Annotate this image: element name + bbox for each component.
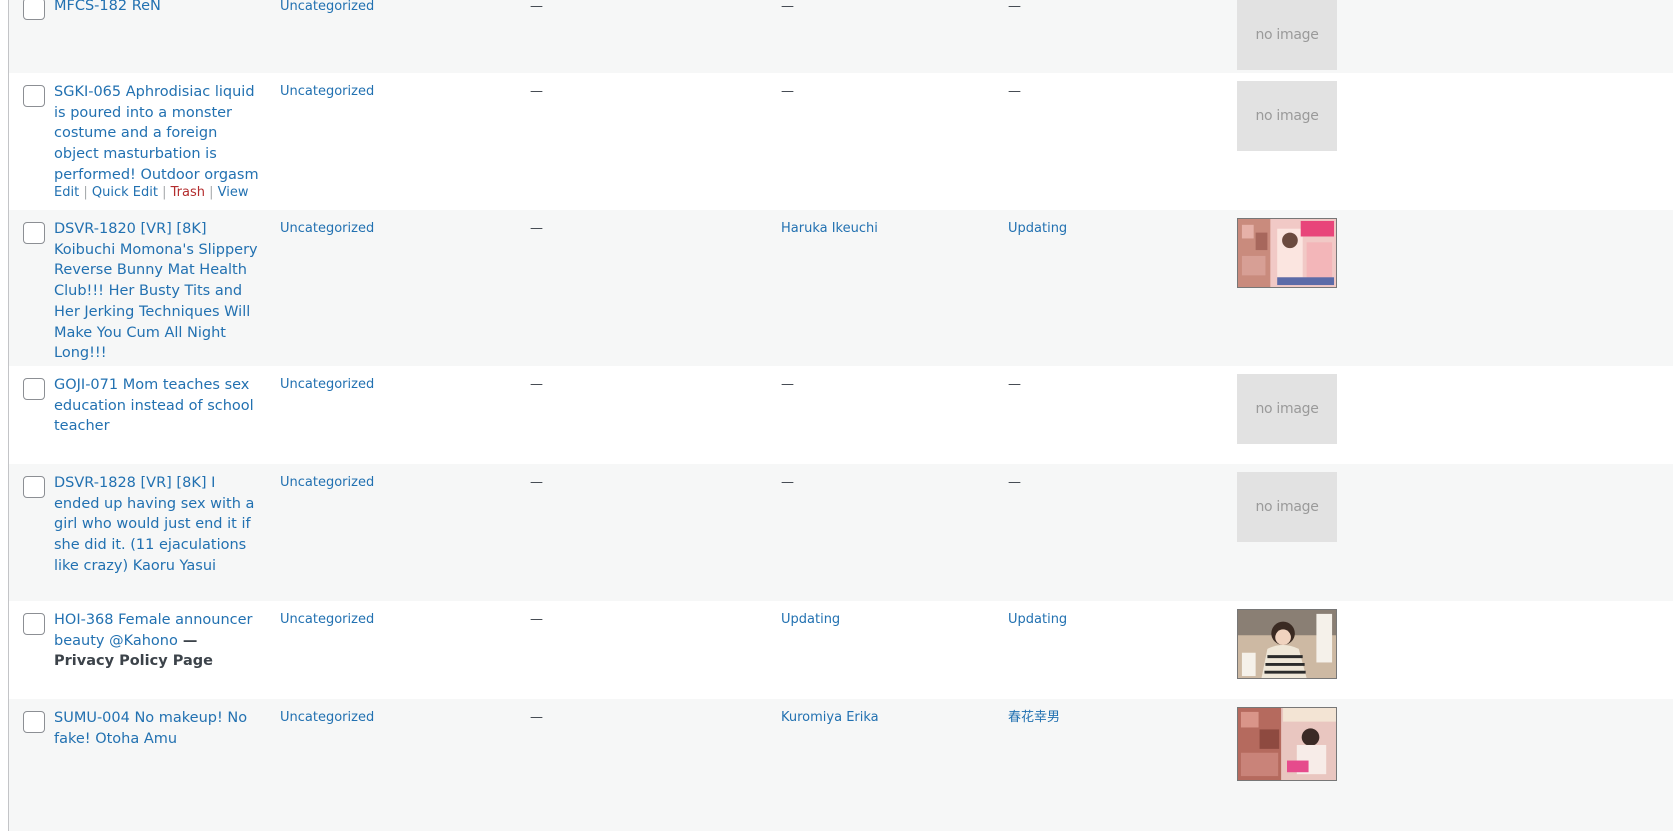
cell-col3: — <box>530 221 543 236</box>
cell-col3: — <box>530 710 543 725</box>
cell-col5: — <box>1008 475 1021 490</box>
row-checkbox[interactable] <box>23 222 45 244</box>
actress-link[interactable]: Kuromiya Erika <box>781 708 879 728</box>
table-row: SUMU-004 No makeup! No fake! Otoha Amu U… <box>9 699 1673 831</box>
row-actions: Edit | Quick Edit | Trash | View <box>54 184 249 202</box>
edit-link[interactable]: Edit <box>54 185 79 200</box>
category-link[interactable]: Uncategorized <box>280 219 374 239</box>
no-image-placeholder: no image <box>1237 81 1337 151</box>
cell-col4: — <box>781 475 794 490</box>
taxonomy-link[interactable]: 春花幸男 <box>1008 708 1060 728</box>
no-image-placeholder: no image <box>1237 0 1337 70</box>
table-row: HOI-368 Female announcer beauty @Kahono … <box>9 601 1673 699</box>
taxonomy-link[interactable]: Updating <box>1008 610 1067 630</box>
post-title-link[interactable]: SGKI-065 Aphrodisiac liquid is poured in… <box>54 82 259 186</box>
trash-link[interactable]: Trash <box>171 185 205 200</box>
post-title-link[interactable]: DSVR-1828 [VR] [8K] I ended up having se… <box>54 473 259 577</box>
cell-col5: — <box>1008 0 1021 14</box>
taxonomy-link[interactable]: Updating <box>1008 219 1067 239</box>
row-checkbox[interactable] <box>23 613 45 635</box>
table-row: SGKI-065 Aphrodisiac liquid is poured in… <box>9 73 1673 210</box>
cell-col4: — <box>781 377 794 392</box>
actress-link[interactable]: Haruka Ikeuchi <box>781 219 878 239</box>
quick-edit-link[interactable]: Quick Edit <box>92 185 158 200</box>
cell-col3: — <box>530 84 543 99</box>
cell-col4: — <box>781 0 794 14</box>
category-link[interactable]: Uncategorized <box>280 375 374 395</box>
category-link[interactable]: Uncategorized <box>280 708 374 728</box>
actress-link[interactable]: Updating <box>781 610 840 630</box>
post-title-link[interactable]: HOI-368 Female announcer beauty @Kahono … <box>54 610 259 672</box>
cell-col5: — <box>1008 377 1021 392</box>
cover-thumbnail <box>1237 218 1337 288</box>
cell-col3: — <box>530 377 543 392</box>
row-checkbox[interactable] <box>23 0 45 20</box>
action-separator: | <box>162 185 167 200</box>
post-title-link[interactable]: MFCS-182 ReN <box>54 0 259 17</box>
action-separator: | <box>83 185 88 200</box>
post-title-link[interactable]: SUMU-004 No makeup! No fake! Otoha Amu <box>54 708 259 749</box>
cell-col3: — <box>530 0 543 14</box>
category-link[interactable]: Uncategorized <box>280 473 374 493</box>
cell-col3: — <box>530 475 543 490</box>
view-link[interactable]: View <box>218 185 249 200</box>
category-link[interactable]: Uncategorized <box>280 610 374 630</box>
posts-list-screen: MFCS-182 ReN Uncategorized — — — no imag… <box>0 0 1673 831</box>
category-link[interactable]: Uncategorized <box>280 82 374 102</box>
table-row: DSVR-1820 [VR] [8K] Koibuchi Momona's Sl… <box>9 210 1673 366</box>
cell-col5: — <box>1008 84 1021 99</box>
cell-col4: — <box>781 84 794 99</box>
action-separator: | <box>209 185 214 200</box>
table-row: GOJI-071 Mom teaches sex education inste… <box>9 366 1673 464</box>
table-row: MFCS-182 ReN Uncategorized — — — no imag… <box>9 0 1673 73</box>
row-checkbox[interactable] <box>23 711 45 733</box>
post-state-separator: — <box>177 632 198 649</box>
category-link[interactable]: Uncategorized <box>280 0 374 17</box>
row-checkbox[interactable] <box>23 378 45 400</box>
row-checkbox[interactable] <box>23 476 45 498</box>
table-row: DSVR-1828 [VR] [8K] I ended up having se… <box>9 464 1673 601</box>
row-checkbox[interactable] <box>23 85 45 107</box>
post-title-link[interactable]: DSVR-1820 [VR] [8K] Koibuchi Momona's Sl… <box>54 219 259 364</box>
posts-table: MFCS-182 ReN Uncategorized — — — no imag… <box>8 0 1673 831</box>
cover-thumbnail <box>1237 609 1337 679</box>
cell-col3: — <box>530 612 543 627</box>
post-title-link[interactable]: GOJI-071 Mom teaches sex education inste… <box>54 375 259 437</box>
no-image-placeholder: no image <box>1237 472 1337 542</box>
post-state-label: Privacy Policy Page <box>54 653 213 670</box>
no-image-placeholder: no image <box>1237 374 1337 444</box>
cover-thumbnail <box>1237 707 1337 781</box>
